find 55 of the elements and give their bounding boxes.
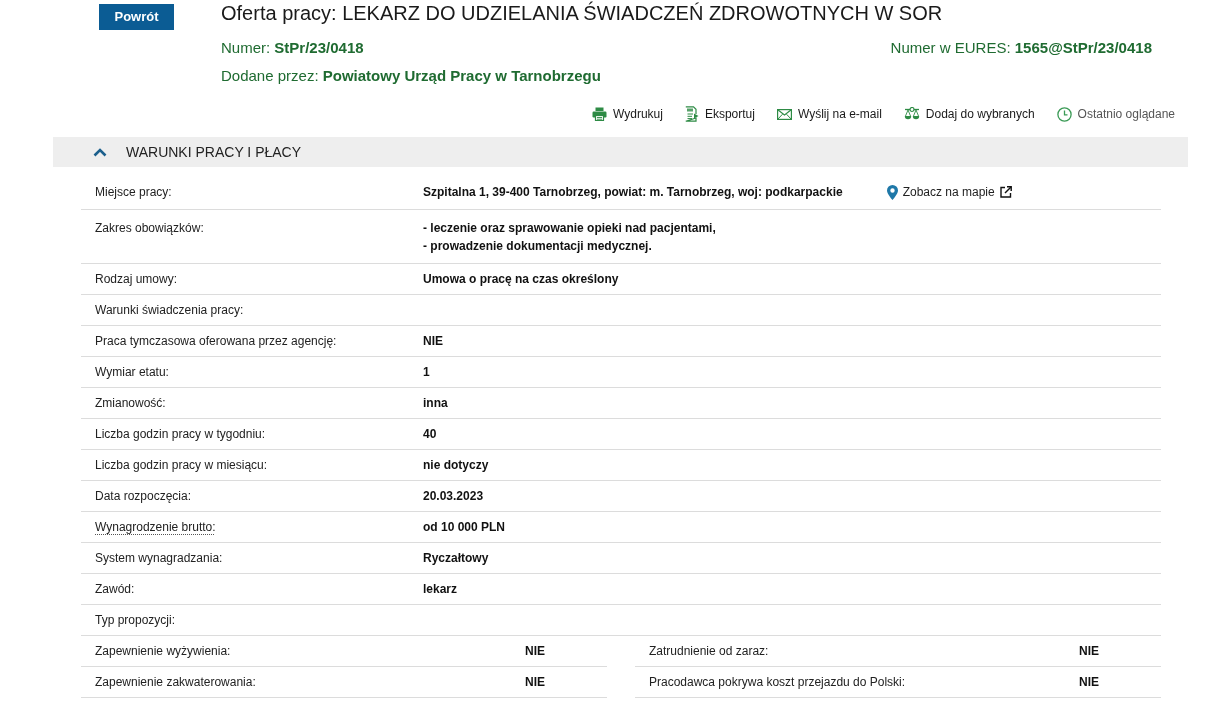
clock-icon bbox=[1056, 106, 1072, 122]
field-value: NIE bbox=[525, 643, 545, 660]
field-value: nie dotyczy bbox=[423, 457, 489, 474]
field-label: Zapewnienie zakwaterowania: bbox=[95, 674, 256, 691]
toolbar-link[interactable]: Wyślij na e-mail bbox=[776, 105, 882, 123]
scale-icon bbox=[903, 106, 920, 122]
toolbar-link[interactable]: Dodaj do wybranych bbox=[903, 105, 1035, 123]
field-label: Typ propozycji: bbox=[95, 612, 176, 629]
field-label: Pracodawca pokrywa koszt przejazdu do Polski: bbox=[649, 674, 906, 691]
field-value: - prowadzenie dokumentacji medycznej. bbox=[423, 238, 653, 255]
field-value: 40 bbox=[423, 426, 437, 443]
field-value: NIE bbox=[1079, 674, 1099, 691]
field-value: - leczenie oraz sprawowanie opieki nad pacjentami, bbox=[423, 220, 716, 237]
added-by: Dodane przez: Powiatowy Urząd Pracy w Tarnobrzegu bbox=[221, 67, 601, 84]
field-label: Zapewnienie wyżywienia: bbox=[95, 643, 231, 660]
field-value: od 10 000 PLN bbox=[423, 519, 506, 536]
field-label: Warunki świadczenia pracy: bbox=[95, 302, 244, 319]
field-label: Praca tymczasowa oferowana przez agencję: bbox=[95, 333, 337, 350]
field-label: Wymiar etatu: bbox=[95, 364, 169, 381]
section-header[interactable]: WARUNKI PRACY I PŁACY bbox=[53, 137, 1188, 167]
field-label: Zatrudnienie od zaraz: bbox=[649, 643, 769, 660]
field-value: NIE bbox=[525, 674, 545, 691]
offer-number: Numer: StPr/23/0418 bbox=[221, 38, 364, 58]
field-label: Liczba godzin pracy w tygodniu: bbox=[95, 426, 266, 443]
toolbar-link[interactable]: Wydrukuj bbox=[592, 105, 663, 123]
page-title: Oferta pracy: LEKARZ DO UDZIELANIA ŚWIADCZEŃ ZDROWOTNYCH W SOR bbox=[221, 0, 944, 26]
field-label: Wynagrodzenie brutto: bbox=[95, 519, 216, 536]
field-value: NIE bbox=[423, 333, 443, 350]
field-value: lekarz bbox=[423, 581, 458, 598]
printer-icon bbox=[592, 107, 607, 121]
field-label: Liczba godzin pracy w miesiącu: bbox=[95, 457, 268, 474]
field-value: Umowa o pracę na czas określony bbox=[423, 271, 619, 288]
back-button[interactable]: Powrót bbox=[99, 4, 174, 30]
field-value: 1 bbox=[423, 364, 430, 381]
toolbar-link[interactable]: Ostatnio oglądane bbox=[1056, 105, 1175, 123]
field-value: NIE bbox=[1079, 643, 1099, 660]
document-export-icon bbox=[684, 106, 699, 122]
eures-number: Numer w EURES: 1565@StPr/23/0418 bbox=[890, 38, 1152, 58]
field-label: Rodzaj umowy: bbox=[95, 271, 178, 288]
field-label: Miejsce pracy: bbox=[95, 184, 172, 201]
field-label: Zawód: bbox=[95, 581, 135, 598]
map-pin-icon bbox=[886, 184, 898, 200]
map-link[interactable]: Zobacz na mapie bbox=[886, 183, 1012, 201]
chevron-up-icon bbox=[93, 147, 107, 157]
field-value: inna bbox=[423, 395, 448, 412]
field-label: Zmianowość: bbox=[95, 395, 166, 412]
envelope-icon bbox=[776, 108, 792, 120]
field-label: Data rozpoczęcia: bbox=[95, 488, 192, 505]
field-label: System wynagradzania: bbox=[95, 550, 223, 567]
field-label: Zakres obowiązków: bbox=[95, 220, 204, 237]
field-value: 20.03.2023 bbox=[423, 488, 484, 505]
toolbar-link[interactable]: Eksportuj bbox=[684, 105, 755, 123]
field-value: Szpitalna 1, 39-400 Tarnobrzeg, powiat: m. Tarnobrzeg, woj: podkarpackie bbox=[423, 184, 843, 201]
external-link-icon bbox=[999, 186, 1012, 198]
field-value: Ryczałtowy bbox=[423, 550, 489, 567]
